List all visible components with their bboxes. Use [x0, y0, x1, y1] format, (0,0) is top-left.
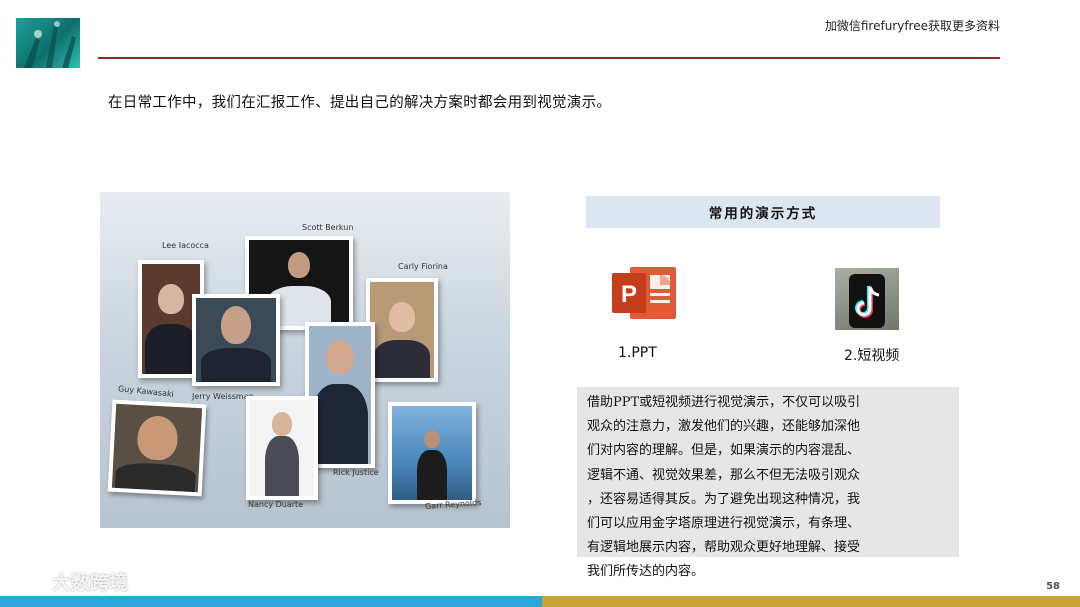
methods-header: 常用的演示方式	[586, 196, 940, 228]
description-line: 们对内容的理解。但是，如果演示的内容混乱、	[587, 443, 861, 459]
name-label: Lee Iacocca	[162, 241, 209, 250]
footer-bar-left	[0, 596, 542, 607]
tiktok-icon	[835, 268, 899, 330]
name-label: Scott Berkun	[302, 223, 354, 232]
name-label: Nancy Duarte	[248, 500, 304, 509]
wechat-promo-text: 加微信firefuryfree获取更多资料	[824, 19, 1000, 33]
description-line: 借助PPT或短视频进行视觉演示，不仅可以吸引	[587, 395, 861, 410]
intro-text: 在日常工作中，我们在汇报工作、提出自己的解决方案时都会用到视觉演示。	[108, 95, 612, 111]
method-label-ppt: 1.PPT	[618, 345, 657, 361]
name-label: Guy Kawasaki	[117, 384, 175, 399]
page-number: 58	[1046, 581, 1060, 592]
description-line: 观众的注意力，激发他们的兴趣，还能够加深他	[587, 419, 861, 435]
photo-card	[246, 396, 318, 500]
description-line: 有逻辑地展示内容，帮助观众更好地理解、接受	[587, 540, 861, 556]
header-divider	[98, 57, 1000, 59]
logo-thumbnail	[16, 18, 80, 68]
method-label-short-video: 2.短视频	[844, 348, 900, 364]
description-line: 我们所传达的内容。	[587, 564, 705, 580]
description-line: 们可以应用金字塔原理进行视觉演示，有条理、	[587, 516, 861, 532]
watermark: 大数跨境	[10, 568, 128, 595]
description-box: 借助PPT或短视频进行视觉演示，不仅可以吸引 观众的注意力，激发他们的兴趣，还能…	[577, 387, 959, 579]
photo-card	[107, 399, 207, 497]
watermark-text: 大数跨境	[52, 572, 129, 594]
watermark-logo-icon	[13, 574, 48, 589]
hands-image	[24, 21, 76, 68]
name-label: Rick Justice	[333, 468, 379, 477]
description-line: 逻辑不通、视觉效果差，那么不但无法吸引观众	[587, 467, 861, 483]
name-label: Carly Fiorina	[398, 262, 448, 271]
photo-card	[192, 294, 280, 386]
description-line: ，还容易适得其反。为了避免出现这种情况，我	[587, 491, 861, 507]
name-label: Jerry Weissman	[192, 392, 254, 401]
speaker-photo-collage: Lee Iacocca Scott Berkun Carly Fiorina J…	[100, 192, 510, 528]
photo-card	[388, 402, 476, 504]
footer-bar-right	[542, 596, 1080, 607]
powerpoint-icon: P	[612, 267, 676, 319]
svg-text:P: P	[621, 281, 637, 308]
photo-card	[366, 278, 438, 382]
